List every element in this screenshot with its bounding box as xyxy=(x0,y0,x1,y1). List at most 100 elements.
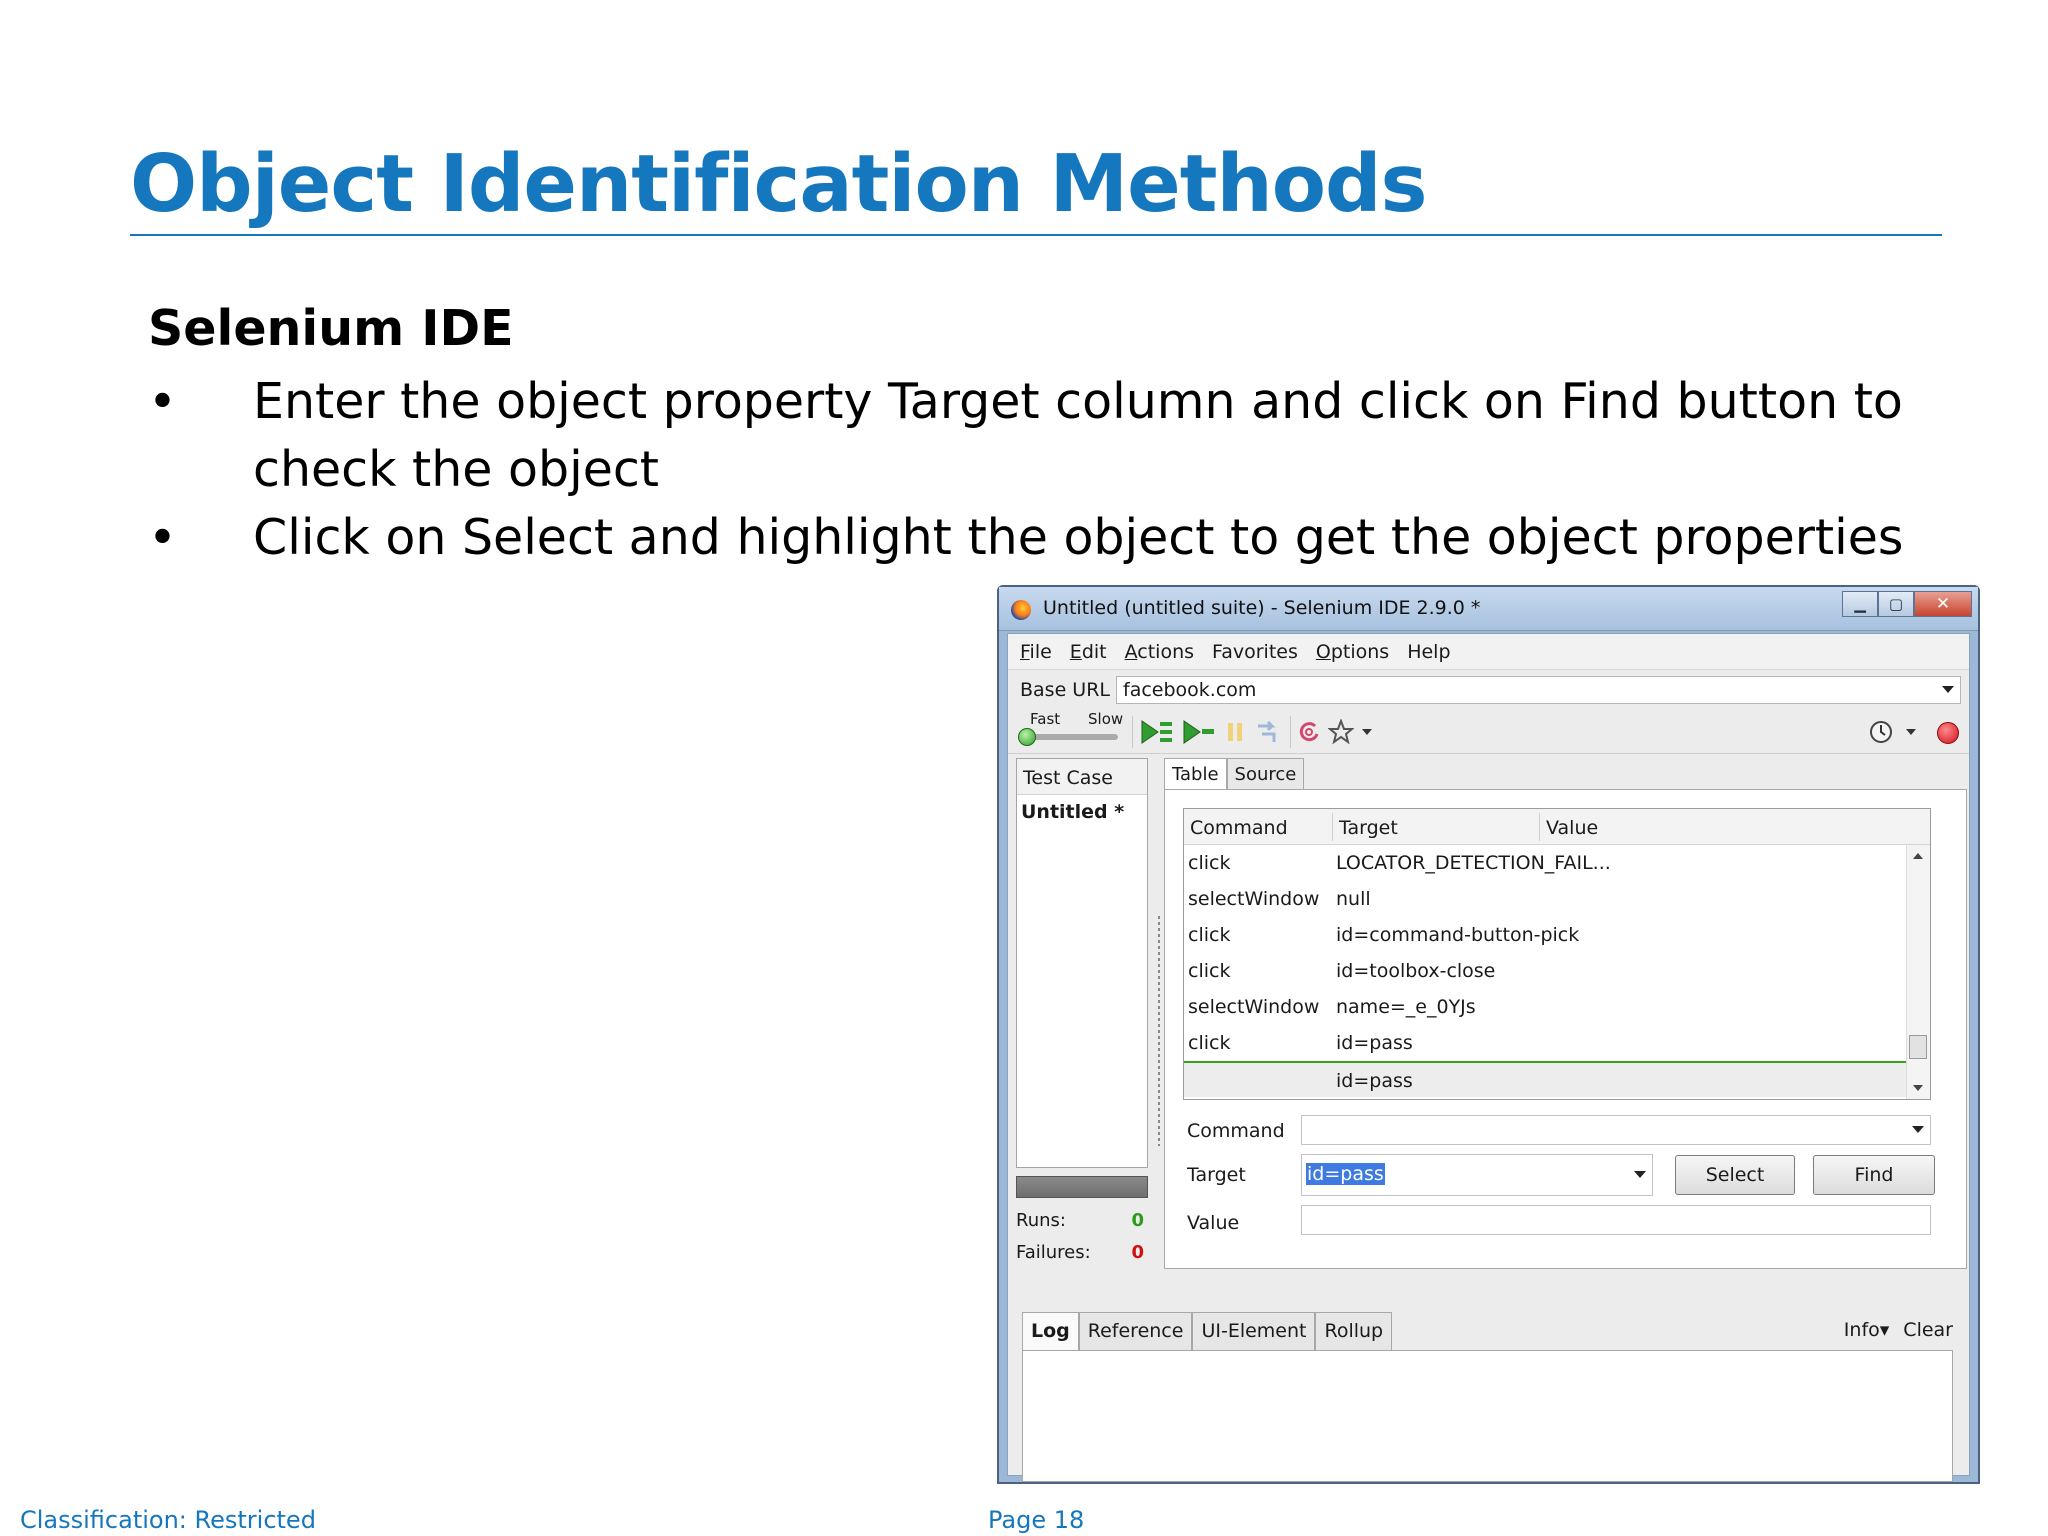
page-number: Page 18 xyxy=(988,1506,1085,1534)
runs-count: 0 xyxy=(1131,1210,1144,1231)
failures-count: 0 xyxy=(1131,1242,1144,1263)
table-row[interactable]: click id=toolbox-close xyxy=(1184,953,1906,989)
chevron-down-icon[interactable] xyxy=(1942,686,1954,693)
favorite-button[interactable] xyxy=(1326,718,1356,746)
column-header-target[interactable]: Target xyxy=(1339,817,1398,839)
play-all-icon xyxy=(1141,720,1172,744)
star-icon xyxy=(1328,719,1354,745)
tab-rollup[interactable]: Rollup xyxy=(1315,1312,1393,1350)
slide-title: Object Identification Methods xyxy=(130,138,1428,230)
base-url-value: facebook.com xyxy=(1123,679,1257,701)
chevron-down-icon[interactable] xyxy=(1912,1126,1924,1133)
log-clear-button[interactable]: Clear xyxy=(1903,1319,1953,1341)
find-button[interactable]: Find xyxy=(1813,1155,1935,1195)
menu-actions[interactable]: Actions xyxy=(1125,641,1194,663)
schedule-dropdown[interactable] xyxy=(1902,718,1920,746)
scroll-up-icon[interactable] xyxy=(1913,853,1923,859)
table-row[interactable]: click id=command-button-pick xyxy=(1184,917,1906,953)
row-target: id=pass xyxy=(1336,1032,1413,1054)
failures-label: Failures: xyxy=(1016,1242,1091,1263)
play-test-button[interactable] xyxy=(1180,718,1218,746)
minimize-button[interactable]: ▁ xyxy=(1842,591,1878,617)
menu-options[interactable]: Options xyxy=(1316,641,1389,663)
speed-fast-label: Fast xyxy=(1030,710,1061,728)
menu-file[interactable]: File xyxy=(1020,641,1052,663)
bullet-item: • Click on Select and highlight the obje… xyxy=(148,504,1928,572)
menu-edit[interactable]: Edit xyxy=(1070,641,1107,663)
column-header-value[interactable]: Value xyxy=(1546,817,1598,839)
schedule-button[interactable] xyxy=(1866,718,1896,746)
bullet-text: Enter the object property Target column … xyxy=(253,373,1903,498)
row-command: click xyxy=(1188,960,1231,982)
pause-button[interactable] xyxy=(1222,718,1248,746)
row-target: id=command-button-pick xyxy=(1336,924,1580,946)
toolbar: Fast Slow xyxy=(1008,710,1969,754)
favorite-dropdown[interactable] xyxy=(1358,718,1376,746)
selenium-ide-window: Untitled (untitled suite) - Selenium IDE… xyxy=(997,585,1980,1484)
row-command: selectWindow xyxy=(1188,996,1320,1018)
table-scrollbar[interactable] xyxy=(1906,845,1930,1099)
test-case-list: Test Case Untitled * xyxy=(1016,758,1148,1168)
table-row[interactable]: selectWindow name=_e_0YJs xyxy=(1184,989,1906,1025)
speed-slow-label: Slow xyxy=(1088,710,1124,728)
value-input[interactable] xyxy=(1301,1205,1931,1235)
target-value: id=pass xyxy=(1306,1163,1385,1185)
editor-tabs: Table Source xyxy=(1164,758,1305,790)
row-target: LOCATOR_DETECTION_FAIL... xyxy=(1336,852,1611,874)
menu-favorites[interactable]: Favorites xyxy=(1212,641,1298,663)
row-command: selectWindow xyxy=(1188,888,1320,910)
row-target: null xyxy=(1336,888,1371,910)
row-target: name=_e_0YJs xyxy=(1336,996,1476,1018)
rollup-icon xyxy=(1299,722,1319,742)
table-row[interactable]: click LOCATOR_DETECTION_FAIL... xyxy=(1184,845,1906,881)
record-button[interactable] xyxy=(1937,722,1959,744)
scrollbar-thumb[interactable] xyxy=(1909,1035,1927,1059)
step-icon xyxy=(1258,720,1276,742)
column-header-command[interactable]: Command xyxy=(1190,817,1288,839)
close-button[interactable]: ✕ xyxy=(1914,591,1972,617)
maximize-button[interactable]: ▢ xyxy=(1878,591,1914,617)
runs-label: Runs: xyxy=(1016,1210,1066,1231)
play-current-icon xyxy=(1183,720,1214,744)
log-tabs: Log Reference UI-Element Rollup xyxy=(1022,1312,1393,1350)
menu-help[interactable]: Help xyxy=(1407,641,1450,663)
bullet-item: • Enter the object property Target colum… xyxy=(148,368,1928,504)
tab-ui-element[interactable]: UI-Element xyxy=(1192,1312,1316,1350)
tab-reference[interactable]: Reference xyxy=(1078,1312,1193,1350)
row-command: click xyxy=(1188,924,1231,946)
target-label: Target xyxy=(1187,1164,1246,1186)
bullet-dot: • xyxy=(148,373,177,430)
rollup-button[interactable] xyxy=(1294,718,1324,746)
play-suite-button[interactable] xyxy=(1138,718,1176,746)
window-client-area: File Edit Actions Favorites Options Help… xyxy=(1007,633,1970,1482)
tab-log[interactable]: Log xyxy=(1022,1312,1079,1350)
speed-slider-handle[interactable] xyxy=(1018,728,1036,746)
base-url-label: Base URL xyxy=(1020,679,1110,701)
tab-source[interactable]: Source xyxy=(1226,758,1305,790)
classification-label: Classification: Restricted xyxy=(20,1506,316,1534)
base-url-input[interactable]: facebook.com xyxy=(1116,676,1961,704)
command-input[interactable] xyxy=(1301,1115,1931,1145)
table-row[interactable]: click id=pass xyxy=(1184,1025,1906,1061)
value-label: Value xyxy=(1187,1212,1240,1234)
firefox-icon xyxy=(1011,600,1031,620)
column-divider xyxy=(1332,813,1333,841)
select-button[interactable]: Select xyxy=(1675,1155,1795,1195)
table-row-selected[interactable]: id=pass xyxy=(1184,1061,1906,1097)
window-title: Untitled (untitled suite) - Selenium IDE… xyxy=(1043,597,1481,619)
log-info-dropdown[interactable]: Info▾ xyxy=(1844,1319,1890,1341)
chevron-down-icon[interactable] xyxy=(1634,1171,1646,1178)
command-table: Command Target Value click LOCATOR_DETEC… xyxy=(1183,808,1931,1100)
table-header: Command Target Value xyxy=(1184,809,1930,845)
scroll-down-icon[interactable] xyxy=(1913,1085,1923,1091)
window-titlebar[interactable]: Untitled (untitled suite) - Selenium IDE… xyxy=(999,587,1978,631)
speed-slider-track[interactable] xyxy=(1022,734,1118,740)
target-input[interactable]: id=pass xyxy=(1301,1154,1653,1196)
tab-table[interactable]: Table xyxy=(1164,758,1227,790)
test-case-item[interactable]: Untitled * xyxy=(1017,795,1147,829)
row-command: click xyxy=(1188,852,1231,874)
bullet-list: • Enter the object property Target colum… xyxy=(148,368,1928,572)
table-row[interactable]: selectWindow null xyxy=(1184,881,1906,917)
step-button[interactable] xyxy=(1252,718,1282,746)
column-divider xyxy=(1539,813,1540,841)
